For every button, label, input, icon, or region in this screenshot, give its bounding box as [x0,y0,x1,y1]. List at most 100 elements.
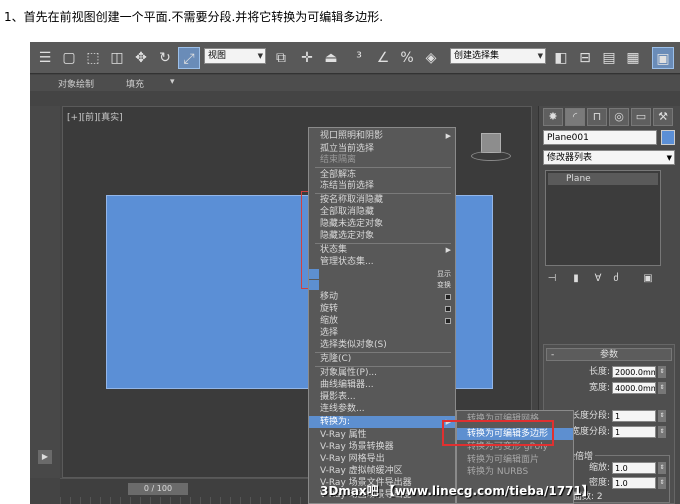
density-field[interactable]: 1.0 [612,477,656,489]
object-name-field[interactable]: Plane001 [543,130,657,145]
menu-item-viewport-lighting[interactable]: 视口照明和阴影 ▶ [309,130,455,142]
ribbon-object-paint[interactable]: 对象绘制 [58,77,94,90]
left-strip: ▶ [30,106,60,478]
submenu-arrow-icon: ▶ [445,246,451,254]
chevron-down-icon: ▼ [537,52,543,60]
menu-item-curve-editor[interactable]: 曲线编辑器... [309,379,455,391]
window-crossing-icon[interactable]: ◫ [106,47,128,69]
collapse-icon: - [551,350,555,360]
menu-item-select[interactable]: 选择 [309,327,455,339]
menu-item-vray-properties[interactable]: V-Ray 属性 [309,429,455,441]
density-spinner[interactable]: ⇕ [658,477,666,489]
modifier-list-label: 修改器列表 [547,153,593,163]
quad-display-label: 显示 [437,270,451,278]
chevron-down-icon: ▼ [666,154,672,162]
menu-item-unhide-all[interactable]: 全部取消隐藏 [309,206,455,218]
material-editor-icon[interactable]: ▣ [652,47,674,69]
viewcube[interactable] [471,133,511,161]
named-selection-value: 创建选择集 [454,51,500,61]
viewcube-ring[interactable] [471,151,511,161]
configure-sets-icon[interactable]: ▣ [641,272,655,286]
annotation-highlight-box [442,420,554,446]
pin-stack-icon[interactable]: ⊣ [545,272,559,286]
quad-display-marker [309,269,319,279]
show-end-result-icon[interactable]: ▮ [569,272,583,286]
percent-snap-icon[interactable]: % [396,47,418,69]
select-manipulate-icon[interactable]: ✛ [296,47,318,69]
menu-item-state-sets[interactable]: 状态集 ▶ [309,244,455,256]
ribbon-dropdown-icon[interactable]: ▾ [170,77,175,87]
snap-3d-icon[interactable]: ³ [348,47,370,69]
menu-item-dope-sheet[interactable]: 摄影表... [309,391,455,403]
submenu-item-editable-patch[interactable]: 转换为可编辑面片 [457,454,573,466]
motion-tab-icon[interactable]: ◎ [609,108,629,126]
menu-item-wire-parameters[interactable]: 连线参数... [309,403,455,415]
menu-item-end-isolate[interactable]: 结束隔离 [309,154,455,166]
object-color-swatch[interactable] [661,130,675,145]
menu-item-hide-unselected[interactable]: 隐藏未选定对象 [309,218,455,230]
menu-item-clone[interactable]: 克隆(C) [309,353,455,365]
settings-box-icon[interactable] [445,318,451,324]
menu-item-convert-to[interactable]: 转换为: ▶ [309,416,455,428]
create-tab-icon[interactable]: ✸ [543,108,563,126]
scale-spinner[interactable]: ⇕ [658,462,666,474]
remove-modifier-icon[interactable]: ძ [609,272,623,286]
keyboard-shortcut-icon[interactable]: ⏏ [320,47,342,69]
settings-box-icon[interactable] [445,306,451,312]
scale-field[interactable]: 1.0 [612,462,656,474]
select-region-icon[interactable]: ⬚ [82,47,104,69]
rotate-icon[interactable]: ↻ [154,47,176,69]
menu-item-move[interactable]: 移动 [309,291,455,303]
length-segs-field[interactable]: 1 [612,410,656,422]
menu-item-vray-mesh-export[interactable]: V-Ray 网格导出 [309,453,455,465]
stack-toolbar: ⊣ ▮ ∀ ძ ▣ [545,272,675,288]
modifier-list-select[interactable]: 修改器列表 ▼ [543,150,675,165]
submenu-item-nurbs[interactable]: 转换为 NURBS [457,466,573,478]
menu-item-vray-vfb[interactable]: V-Ray 虚拟帧缓冲区 [309,465,455,477]
width-segs-field[interactable]: 1 [612,426,656,438]
menu-item-hide-selection[interactable]: 隐藏选定对象 [309,230,455,242]
viewcube-face[interactable] [481,133,501,153]
menu-item-freeze-selection[interactable]: 冻结当前选择 [309,180,455,192]
quad-transform-marker [309,280,319,290]
pivot-center-icon[interactable]: ⧉ [270,47,292,69]
menu-item-object-properties[interactable]: 对象属性(P)... [309,367,455,379]
named-selection-select[interactable]: 创建选择集 ▼ [450,48,546,64]
modify-tab-icon[interactable]: ◜ [565,108,585,126]
menu-item-vray-scene-converter[interactable]: V-Ray 场景转换器 [309,441,455,453]
layer-manager-icon[interactable]: ▤ [598,47,620,69]
scale-icon[interactable]: ⤢ [178,47,200,69]
stack-item-plane[interactable]: Plane [548,173,658,185]
width-spinner[interactable]: ⇕ [658,382,666,394]
display-tab-icon[interactable]: ▭ [631,108,651,126]
menu-item-rotate[interactable]: 旋转 [309,303,455,315]
utilities-tab-icon[interactable]: ⚒ [653,108,673,126]
parameters-rollout-header[interactable]: - 参数 [546,348,672,361]
quad-display-bar: 显示 [309,269,455,279]
select-filter-icon[interactable]: ☰ [34,47,56,69]
length-segs-spinner[interactable]: ⇕ [658,410,666,422]
play-icon[interactable]: ▶ [38,450,52,464]
mirror-icon[interactable]: ◧ [550,47,572,69]
schematic-view-icon[interactable]: ▦ [622,47,644,69]
select-object-icon[interactable]: ▢ [58,47,80,69]
ribbon-fill[interactable]: 填充 [126,77,144,90]
hierarchy-tab-icon[interactable]: ⊓ [587,108,607,126]
reference-coordinate-select[interactable]: 视图 ▼ [204,48,266,64]
menu-item-unhide-by-name[interactable]: 按名称取消隐藏 [309,194,455,206]
menu-item-manage-state-sets[interactable]: 管理状态集... [309,256,455,268]
angle-snap-icon[interactable]: ∠ [372,47,394,69]
make-unique-icon[interactable]: ∀ [591,272,605,286]
viewport-label[interactable]: [+][前][真实] [67,110,123,123]
length-spinner[interactable]: ⇕ [658,366,666,378]
settings-box-icon[interactable] [445,294,451,300]
spinner-snap-icon[interactable]: ◈ [420,47,442,69]
time-slider[interactable]: 0 / 100 [128,483,188,495]
move-icon[interactable]: ✥ [130,47,152,69]
menu-item-select-similar[interactable]: 选择类似对象(S) [309,339,455,351]
width-field[interactable]: 4000.0mm [612,382,656,394]
width-segs-spinner[interactable]: ⇕ [658,426,666,438]
menu-item-scale[interactable]: 缩放 [309,315,455,327]
align-icon[interactable]: ⊟ [574,47,596,69]
length-field[interactable]: 2000.0mm [612,366,656,378]
